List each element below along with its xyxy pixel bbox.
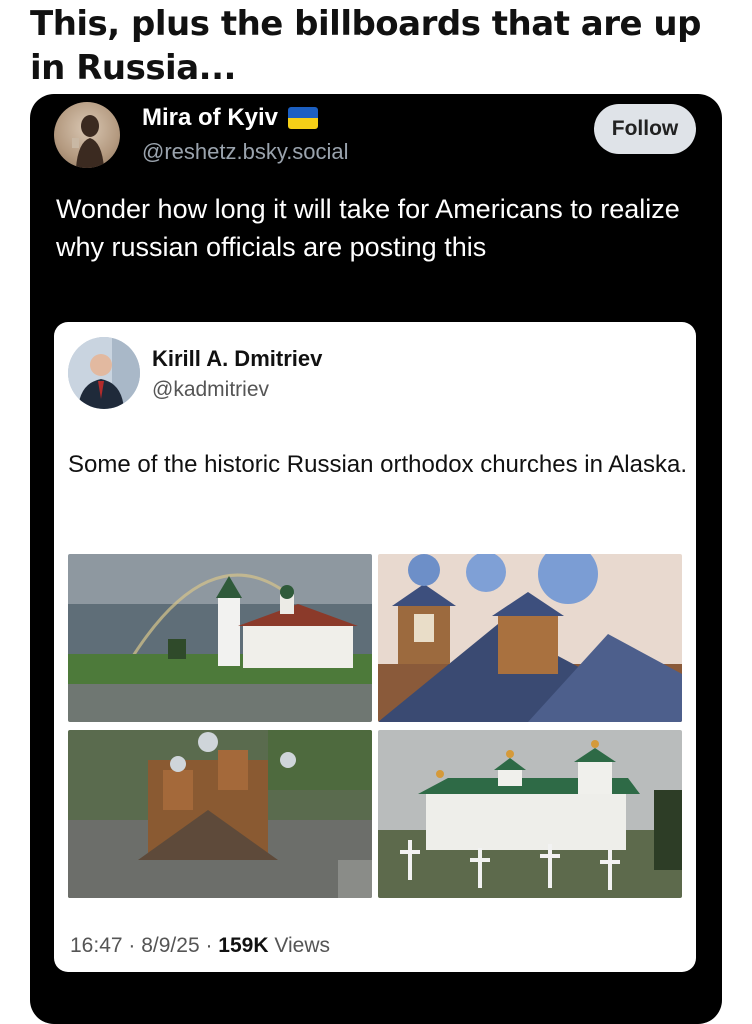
photo-church-cemetery[interactable] (378, 730, 682, 898)
author-name[interactable]: Mira of Kyiv (142, 104, 319, 132)
caption-text: This, plus the billboards that are up in… (30, 4, 701, 88)
quoted-author-avatar[interactable] (68, 337, 140, 409)
quoted-author-handle[interactable]: @kadmitriev (152, 378, 269, 402)
post-time: 16:47 (70, 934, 123, 957)
photo-blue-domes[interactable] (378, 554, 682, 722)
photo-grid (68, 554, 682, 898)
meta-separator: · (128, 934, 142, 957)
author-avatar[interactable] (54, 102, 120, 168)
quoted-post[interactable]: Kirill A. Dmitriev @kadmitriev Some of t… (54, 322, 696, 972)
quoted-text: Some of the historic Russian orthodox ch… (68, 451, 687, 478)
quoted-author-name[interactable]: Kirill A. Dmitriev (152, 346, 322, 372)
views-count: 159K (218, 934, 269, 957)
photo-aerial-wooden-church[interactable] (68, 730, 372, 898)
author-name-text: Mira of Kyiv (142, 104, 279, 131)
post-meta: 16:47 · 8/9/25 · 159K Views (70, 934, 330, 958)
post-date: 8/9/25 (141, 934, 200, 957)
post-card: Mira of Kyiv @reshetz.bsky.social Follow… (30, 94, 722, 1024)
follow-button[interactable]: Follow (594, 104, 696, 154)
ukraine-flag-icon (288, 107, 319, 129)
views-label: Views (274, 934, 330, 957)
author-handle[interactable]: @reshetz.bsky.social (142, 139, 349, 165)
meta-separator: · (205, 934, 219, 957)
photo-church-seaside[interactable] (68, 554, 372, 722)
post-text: Wonder how long it will take for America… (56, 194, 680, 262)
